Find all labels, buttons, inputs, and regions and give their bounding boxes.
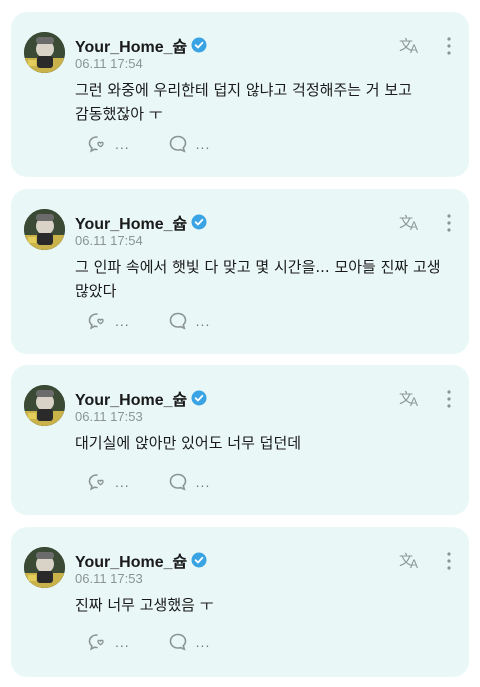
avatar[interactable] xyxy=(24,32,65,73)
post-actions: ... ... xyxy=(87,632,248,652)
username-text: Your_Home_슙 xyxy=(75,554,188,571)
verified-badge-icon xyxy=(191,552,207,568)
post-card[interactable]: Your_Home_슙 06.11 17:53 文 A 대기실에 앉아만 있어도… xyxy=(11,365,469,515)
more-vertical-icon[interactable] xyxy=(445,551,453,571)
verified-badge-icon xyxy=(191,214,207,230)
username[interactable]: Your_Home_슙 xyxy=(75,386,207,410)
post-actions: ... ... xyxy=(87,472,248,492)
bubble-heart-icon xyxy=(88,474,104,491)
username-text: Your_Home_슙 xyxy=(75,216,188,233)
timestamp: 06.11 17:53 xyxy=(75,409,143,424)
reaction-count: ... xyxy=(115,634,130,650)
reply-button[interactable]: ... xyxy=(168,632,211,652)
more-vertical-icon[interactable] xyxy=(445,389,453,409)
comment-icon xyxy=(169,312,186,330)
bubble-heart-icon xyxy=(88,634,104,651)
reply-count: ... xyxy=(195,136,211,152)
username[interactable]: Your_Home_슙 xyxy=(75,33,207,57)
translate-icon[interactable]: 文 A xyxy=(399,36,421,56)
translate-icon[interactable]: 文 A xyxy=(399,213,421,233)
bubble-heart-icon xyxy=(88,136,104,153)
comment-icon xyxy=(169,135,186,153)
reply-button[interactable]: ... xyxy=(168,472,211,492)
reaction-button[interactable]: ... xyxy=(87,632,130,652)
reply-count: ... xyxy=(195,313,211,329)
username[interactable]: Your_Home_슙 xyxy=(75,210,207,234)
svg-text:A: A xyxy=(410,395,418,407)
username-text: Your_Home_슙 xyxy=(75,39,188,56)
verified-badge-icon xyxy=(191,390,207,406)
verified-badge-icon xyxy=(191,37,207,53)
svg-text:A: A xyxy=(410,219,418,231)
avatar[interactable] xyxy=(24,547,65,588)
more-vertical-icon[interactable] xyxy=(445,213,453,233)
username[interactable]: Your_Home_슙 xyxy=(75,548,207,572)
post-feed: Your_Home_슙 06.11 17:54 文 A 그런 와중에 우리한테 … xyxy=(0,0,480,687)
timestamp: 06.11 17:54 xyxy=(75,56,143,71)
svg-text:A: A xyxy=(410,42,418,54)
username-text: Your_Home_슙 xyxy=(75,392,188,409)
translate-icon[interactable]: 文 A xyxy=(399,551,421,571)
reaction-button[interactable]: ... xyxy=(87,472,130,492)
reply-count: ... xyxy=(195,474,211,490)
reply-button[interactable]: ... xyxy=(168,311,211,331)
reaction-count: ... xyxy=(115,474,130,490)
reaction-count: ... xyxy=(115,136,130,152)
post-card[interactable]: Your_Home_슙 06.11 17:54 文 A 그 인파 속에서 햇빛 … xyxy=(11,189,469,354)
post-content: 그 인파 속에서 햇빛 다 맞고 몇 시간을... 모아들 진짜 고생 많았다 xyxy=(75,258,441,300)
reaction-count: ... xyxy=(115,313,130,329)
avatar[interactable] xyxy=(24,209,65,250)
post-content: 대기실에 앉아만 있어도 너무 덥던데 xyxy=(75,434,302,452)
translate-icon[interactable]: 文 A xyxy=(399,389,421,409)
svg-text:A: A xyxy=(410,557,418,569)
bubble-heart-icon xyxy=(88,313,104,330)
reply-count: ... xyxy=(195,634,211,650)
post-card[interactable]: Your_Home_슙 06.11 17:53 文 A 진짜 너무 고생했음 ㅜ xyxy=(11,527,469,677)
comment-icon xyxy=(169,633,186,651)
post-content: 그런 와중에 우리한테 덥지 않냐고 걱정해주는 거 보고 감동했잖아 ㅜ xyxy=(75,81,412,123)
post-actions: ... ... xyxy=(87,134,248,154)
more-vertical-icon[interactable] xyxy=(445,36,453,56)
post-actions: ... ... xyxy=(87,311,248,331)
post-card[interactable]: Your_Home_슙 06.11 17:54 文 A 그런 와중에 우리한테 … xyxy=(11,12,469,177)
comment-icon xyxy=(169,473,186,491)
reaction-button[interactable]: ... xyxy=(87,311,130,331)
reply-button[interactable]: ... xyxy=(168,134,211,154)
timestamp: 06.11 17:54 xyxy=(75,233,143,248)
post-content: 진짜 너무 고생했음 ㅜ xyxy=(75,596,214,614)
avatar[interactable] xyxy=(24,385,65,426)
timestamp: 06.11 17:53 xyxy=(75,571,143,586)
reaction-button[interactable]: ... xyxy=(87,134,130,154)
